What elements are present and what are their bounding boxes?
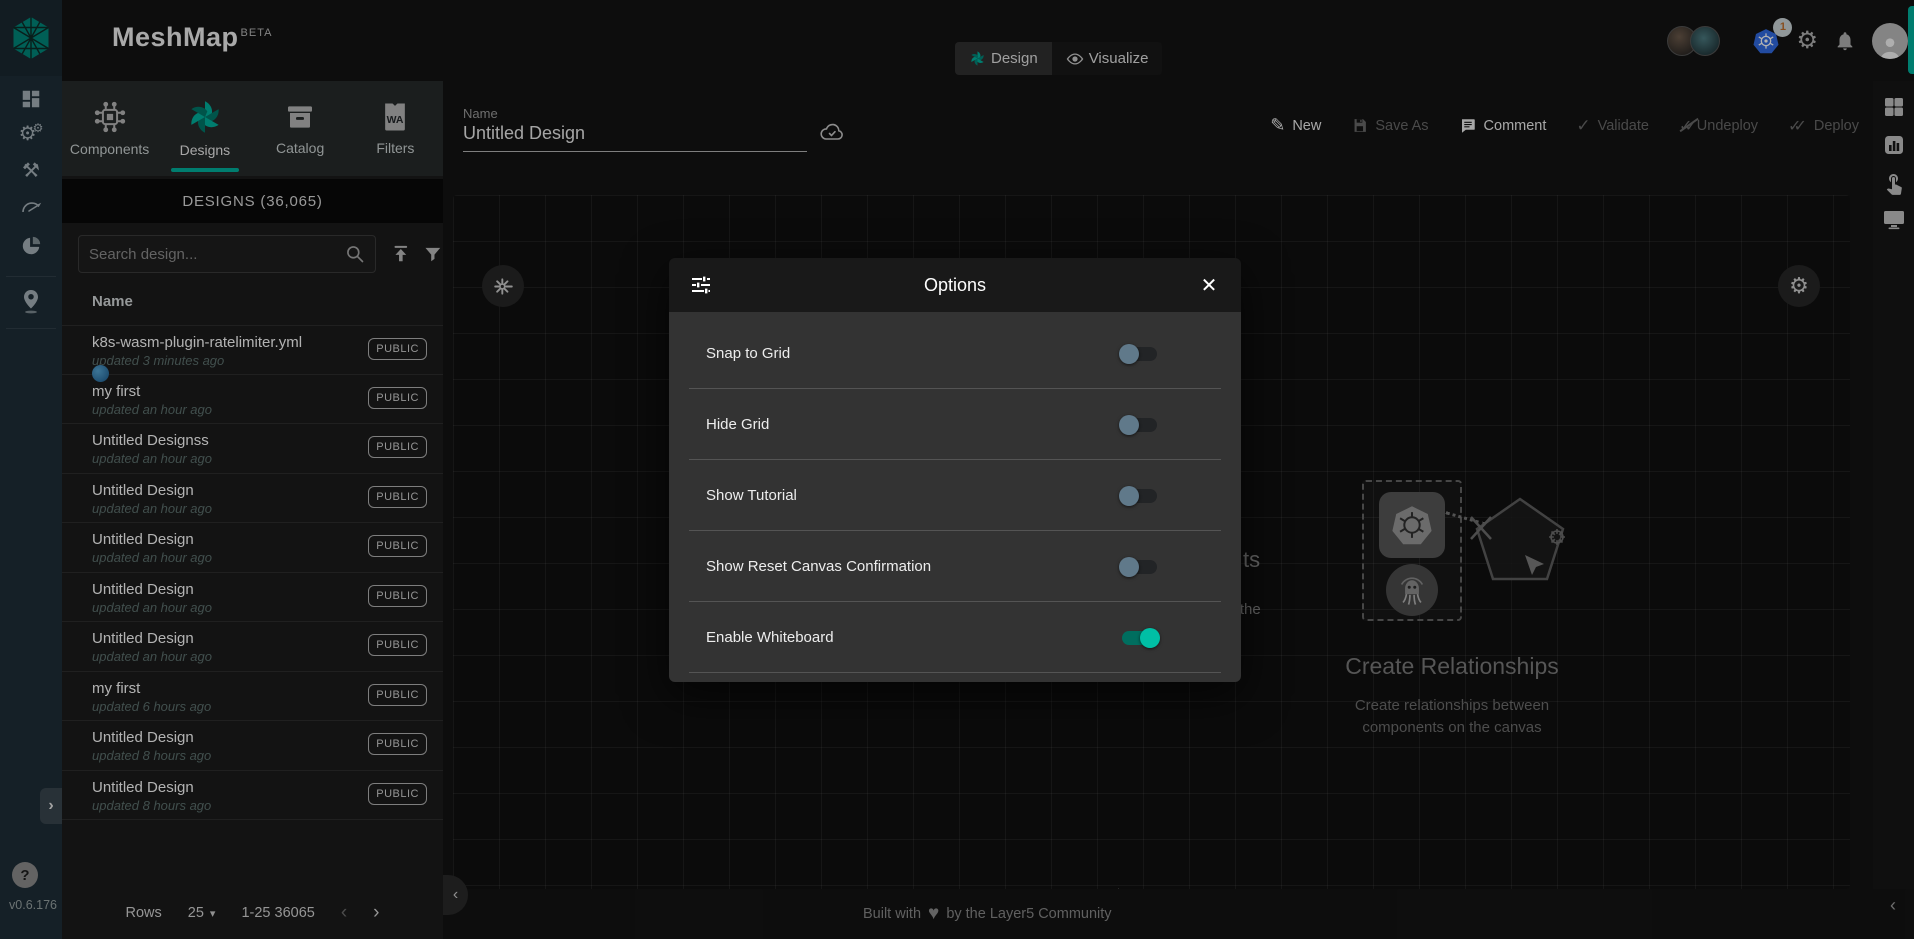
show-reset-canvas-confirmation-toggle[interactable] xyxy=(1119,556,1160,578)
hide-grid-toggle[interactable] xyxy=(1119,414,1160,436)
options-dialog: Options ✕ Snap to Grid Hide Grid Show Tu… xyxy=(669,258,1241,682)
option-row: Hide Grid xyxy=(669,389,1241,460)
option-row: Show Tutorial xyxy=(669,460,1241,531)
option-row: Snap to Grid xyxy=(669,318,1241,389)
dialog-title: Options xyxy=(713,275,1197,296)
snap-to-grid-toggle[interactable] xyxy=(1119,343,1160,365)
option-row: Show Reset Canvas Confirmation xyxy=(669,531,1241,602)
close-icon: ✕ xyxy=(1201,275,1218,297)
show-tutorial-toggle[interactable] xyxy=(1119,485,1160,507)
close-dialog-button[interactable]: ✕ xyxy=(1197,273,1221,298)
enable-whiteboard-toggle[interactable] xyxy=(1119,627,1160,649)
option-row: Enable Whiteboard xyxy=(669,602,1241,673)
dialog-header: Options ✕ xyxy=(669,258,1241,312)
tune-sliders-icon xyxy=(689,273,713,297)
dialog-body: Snap to Grid Hide Grid Show Tutorial Sho… xyxy=(669,312,1241,682)
